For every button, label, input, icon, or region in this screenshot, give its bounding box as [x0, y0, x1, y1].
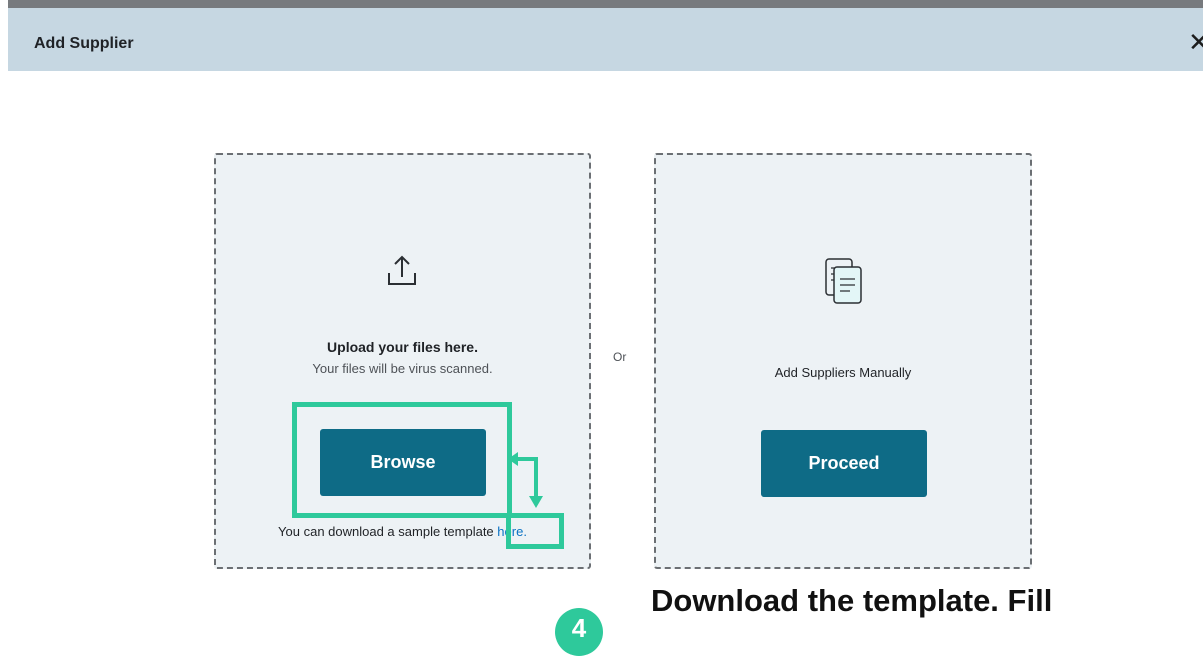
step-number-badge: 4: [555, 608, 603, 656]
manual-label: Add Suppliers Manually: [774, 365, 912, 380]
upload-title: Upload your files here.: [327, 339, 478, 355]
browse-highlight-box: [292, 402, 512, 518]
dialog-header: Add Supplier ✕: [8, 8, 1203, 71]
manual-panel: Add Suppliers Manually Proceed: [654, 153, 1032, 569]
upload-icon: [388, 255, 416, 285]
step-caption: Download the template. Fill: [651, 583, 1053, 618]
close-icon[interactable]: ✕: [1188, 28, 1203, 58]
link-highlight-box: [506, 513, 564, 549]
document-icon: [825, 258, 862, 304]
top-border: [8, 0, 1203, 8]
double-arrow-icon: [508, 452, 543, 508]
dialog-title: Add Supplier: [34, 35, 134, 52]
template-text-prefix: You can download a sample template: [278, 524, 494, 539]
upload-subtitle: Your files will be virus scanned.: [312, 361, 493, 376]
proceed-button[interactable]: Proceed: [761, 430, 927, 497]
or-separator: Or: [613, 350, 627, 364]
